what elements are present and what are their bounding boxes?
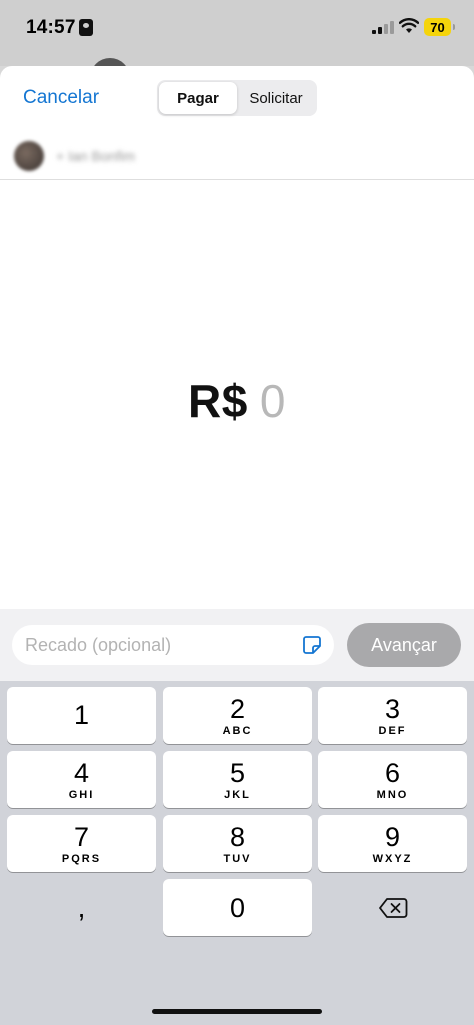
key-digit: 0 — [229, 892, 246, 923]
advance-button[interactable]: Avançar — [347, 623, 461, 667]
memo-bar: Recado (opcional) Avançar — [0, 609, 474, 681]
cancel-button[interactable]: Cancelar — [23, 87, 99, 109]
home-indicator — [152, 1009, 322, 1014]
key-comma[interactable]: , — [7, 879, 156, 936]
key-5[interactable]: 5 JKL — [163, 751, 312, 808]
key-6[interactable]: 6 MNO — [318, 751, 467, 808]
key-digit: , — [77, 891, 86, 923]
key-3[interactable]: 3 DEF — [318, 687, 467, 744]
key-digit: 9 — [384, 821, 401, 852]
key-8[interactable]: 8 TUV — [163, 815, 312, 872]
currency-symbol: R$ — [188, 375, 248, 427]
amount-value: 0 — [259, 375, 286, 427]
key-digit: 8 — [229, 821, 246, 852]
wifi-icon — [399, 18, 419, 33]
key-digit: 6 — [384, 757, 401, 788]
recipient-name: + Ian Bonfim — [56, 148, 135, 164]
key-letters: ABC — [222, 724, 253, 737]
key-0[interactable]: 0 — [163, 879, 312, 936]
key-7[interactable]: 7 PQRS — [7, 815, 156, 872]
payment-sheet: Cancelar Pagar Solicitar + Ian Bonfim R$… — [0, 66, 474, 1025]
divider — [0, 179, 474, 180]
key-letters: TUV — [223, 852, 252, 865]
key-2[interactable]: 2 ABC — [163, 687, 312, 744]
key-1[interactable]: 1 — [7, 687, 156, 744]
status-bar: 14:57 70 — [0, 0, 474, 78]
recipient-avatar — [14, 141, 44, 171]
key-4[interactable]: 4 GHI — [7, 751, 156, 808]
key-digit: 1 — [73, 699, 90, 730]
pay-request-segmented-control: Pagar Solicitar — [157, 80, 317, 116]
key-digit: 5 — [229, 757, 246, 788]
key-letters: WXYZ — [372, 852, 413, 865]
numeric-keypad: 1 2 ABC 3 DEF 4 GHI 5 JKL 6 MNO 7 PQRS 8 — [0, 681, 474, 1025]
key-digit: 2 — [229, 693, 246, 724]
tab-solicitar[interactable]: Solicitar — [237, 82, 315, 114]
battery-icon: 70 — [424, 18, 455, 36]
recipient-row[interactable]: + Ian Bonfim — [14, 140, 314, 172]
key-letters: MNO — [376, 788, 409, 801]
key-letters: JKL — [224, 788, 251, 801]
id-card-icon — [79, 19, 93, 36]
backspace-icon — [378, 897, 407, 918]
delete-key[interactable] — [318, 879, 467, 936]
key-digit: 4 — [73, 757, 90, 788]
key-digit: 7 — [73, 821, 90, 852]
key-letters: GHI — [68, 788, 95, 801]
sticker-icon[interactable] — [302, 635, 322, 655]
key-letters: DEF — [378, 724, 407, 737]
key-9[interactable]: 9 WXYZ — [318, 815, 467, 872]
memo-input[interactable]: Recado (opcional) — [12, 625, 334, 665]
status-time: 14:57 — [26, 17, 76, 38]
key-letters: PQRS — [61, 852, 102, 865]
memo-placeholder: Recado (opcional) — [25, 634, 172, 655]
amount-display: R$ 0 — [0, 374, 474, 428]
tab-pagar[interactable]: Pagar — [159, 82, 237, 114]
key-digit: 3 — [384, 693, 401, 724]
signal-icon — [372, 21, 394, 34]
